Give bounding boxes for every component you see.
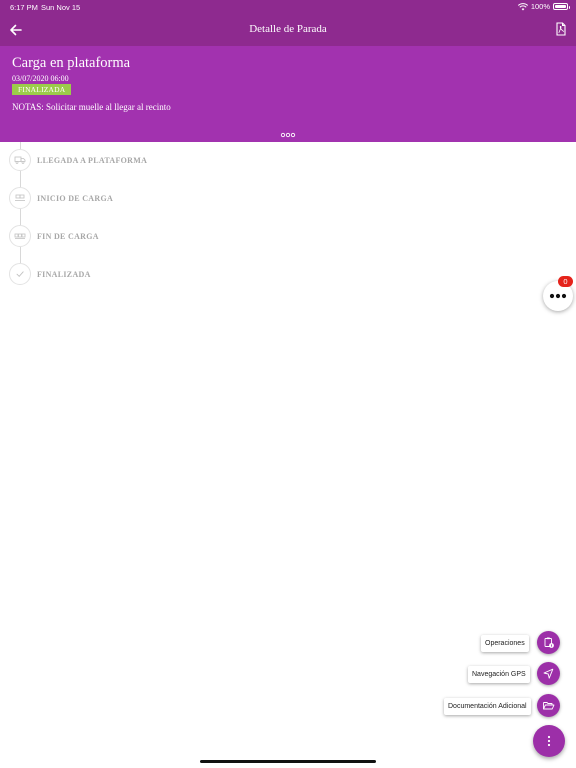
timeline-step-finished[interactable]: FINALIZADA — [9, 263, 269, 285]
truck-icon — [14, 156, 26, 164]
stop-notes: NOTAS: Solicitar muelle al llegar al rec… — [12, 102, 171, 112]
status-bar: 6:17 PM Sun Nov 15 100% — [0, 0, 576, 14]
navigation-icon — [543, 668, 554, 679]
stop-datetime: 03/07/2020 06:00 — [12, 74, 69, 83]
battery-icon — [553, 3, 570, 10]
more-horizontal-icon — [280, 132, 296, 138]
speed-dial-main-button[interactable] — [533, 725, 565, 757]
status-badge: FINALIZADA — [12, 84, 72, 95]
timeline-step-label: FINALIZADA — [37, 269, 91, 279]
page-title: Detalle de Parada — [249, 23, 327, 35]
timeline-connector — [19, 247, 21, 263]
expand-details-button[interactable] — [278, 126, 298, 138]
pdf-button[interactable] — [552, 20, 570, 38]
load-end-icon — [14, 233, 26, 239]
timeline-step-arrival[interactable]: LLEGADA A PLATAFORMA — [9, 149, 269, 171]
operations-button[interactable] — [537, 631, 560, 654]
timeline-step-label: INICIO DE CARGA — [37, 193, 114, 203]
wifi-icon — [517, 2, 528, 10]
speed-dial-label-documents[interactable]: Documentación Adicional — [444, 698, 531, 715]
nav-bar: Detalle de Parada — [0, 14, 576, 46]
more-horizontal-icon — [549, 293, 567, 299]
speed-dial-label-gps[interactable]: Navegación GPS — [468, 666, 530, 683]
additional-documents-button[interactable] — [537, 694, 560, 717]
gps-navigation-button[interactable] — [537, 662, 560, 685]
timeline-connector — [19, 209, 21, 225]
battery-percent: 100% — [530, 2, 550, 11]
clipboard-icon — [544, 637, 554, 648]
speed-dial-label-operations[interactable]: Operaciones — [481, 635, 529, 652]
timeline-step-label: FIN DE CARGA — [37, 231, 99, 241]
status-time: 6:17 PM — [10, 3, 38, 12]
timeline-step-load-end[interactable]: FIN DE CARGA — [9, 225, 269, 247]
status-right: 100% — [517, 2, 570, 11]
timeline-step-circle — [9, 149, 31, 171]
timeline-step-circle — [9, 225, 31, 247]
timeline-step-circle — [9, 187, 31, 209]
check-icon — [16, 271, 24, 277]
stop-title: Carga en plataforma — [12, 55, 131, 71]
folder-open-icon — [543, 702, 555, 710]
timeline-step-label: LLEGADA A PLATAFORMA — [37, 155, 148, 165]
load-start-icon — [15, 194, 25, 201]
timeline-connector — [19, 171, 21, 187]
stop-timeline: LLEGADA A PLATAFORMA INICIO DE CARGA FIN… — [0, 142, 300, 292]
pdf-file-icon — [556, 22, 566, 36]
timeline-step-load-start[interactable]: INICIO DE CARGA — [9, 187, 269, 209]
stop-header: Carga en plataforma 03/07/2020 06:00 FIN… — [0, 46, 576, 142]
timeline-connector — [19, 142, 21, 149]
home-indicator[interactable] — [200, 760, 376, 763]
notification-badge: 0 — [558, 276, 573, 287]
timeline-step-circle — [9, 263, 31, 285]
status-date: Sun Nov 15 — [41, 3, 81, 12]
more-vertical-icon — [547, 735, 551, 747]
